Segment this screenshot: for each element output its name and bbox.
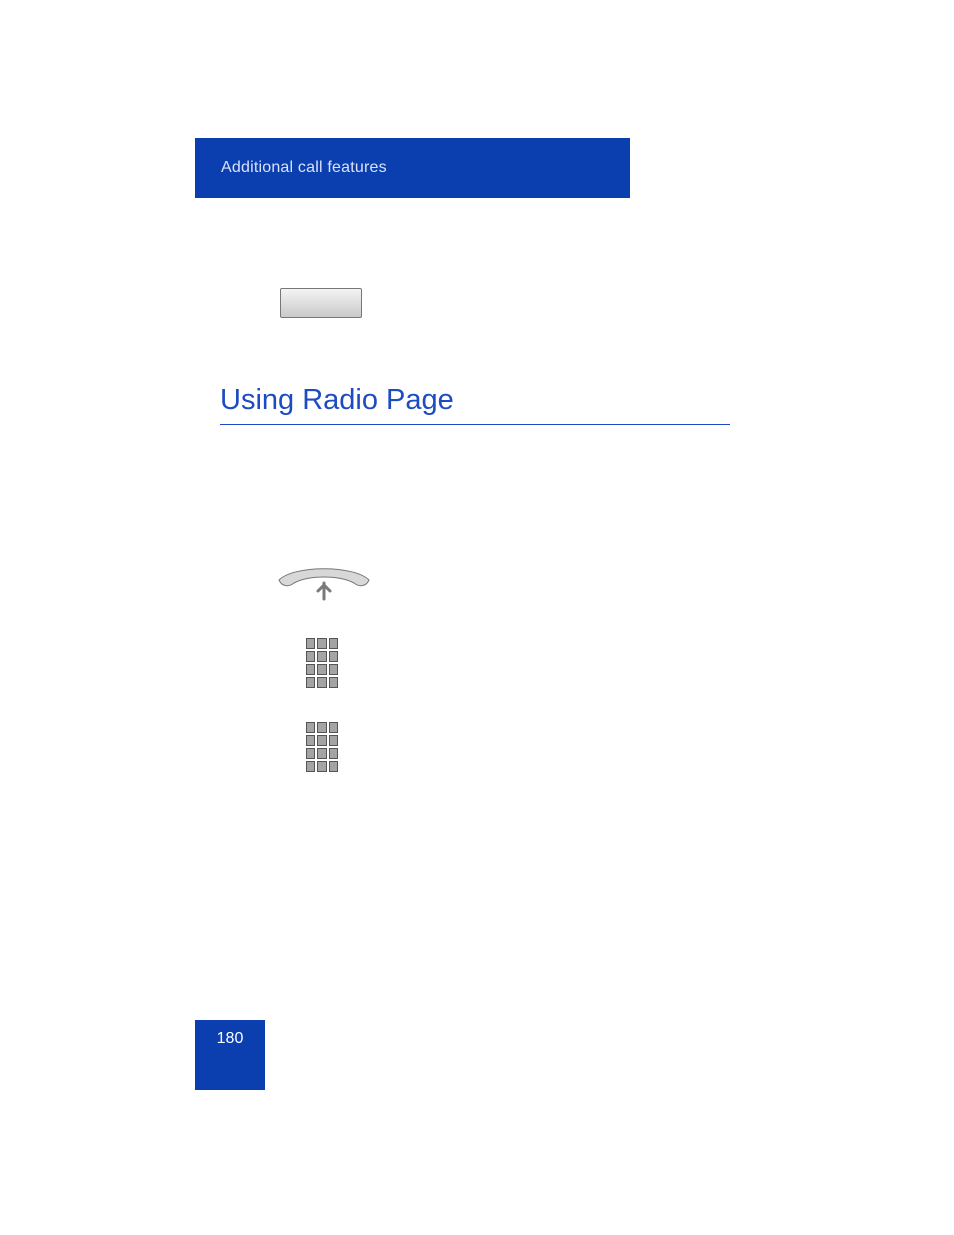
header-bar: Additional call features — [195, 138, 630, 198]
dial-keypad-icon — [304, 636, 340, 690]
blank-softkey-icon — [280, 288, 362, 318]
header-title: Additional call features — [221, 159, 387, 177]
lift-handset-icon — [274, 565, 374, 607]
step-key-row — [280, 288, 362, 318]
document-page: Additional call features Using Radio Pag… — [0, 0, 954, 1235]
section-rule — [220, 424, 730, 425]
dial-keypad-icon — [304, 720, 340, 774]
section-title: Using Radio Page — [220, 384, 454, 417]
page-number: 180 — [195, 1020, 265, 1090]
